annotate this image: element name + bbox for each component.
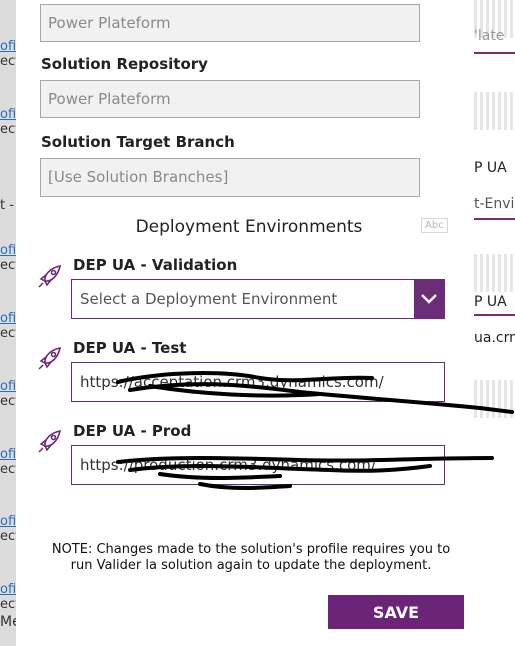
deployment-environments-title: Deployment Environments: [135, 217, 363, 237]
background-list-item: ofi ect: [0, 379, 16, 409]
background-list-item: ofi ect: [0, 107, 16, 137]
top-readonly-field: Power Plateform: [40, 4, 420, 42]
background-text: t-Envi: [474, 196, 515, 212]
background-text: ua.crm: [474, 330, 515, 346]
env-test-url-input[interactable]: https://acceptation.crm3.dynamics.com/: [71, 362, 445, 402]
profile-change-note: NOTE: Changes made to the solution's pro…: [51, 542, 451, 573]
solution-repository-field: Power Plateform: [40, 80, 420, 118]
background-text: P UA: [474, 160, 507, 176]
background-list-item: ofi ect: [0, 514, 16, 544]
save-button[interactable]: SAVE: [328, 595, 464, 629]
env-prod-label: DEP UA - Prod: [73, 422, 192, 440]
dropdown-button[interactable]: [414, 280, 444, 318]
background-text: t -: [0, 198, 14, 213]
background-text: P UA: [474, 294, 507, 310]
solution-target-branch-field: [Use Solution Branches]: [40, 158, 420, 197]
background-list-item: ofi ect: [0, 39, 16, 69]
rocket-icon: [38, 346, 62, 370]
background-text: Me: [0, 614, 16, 630]
background-list-item: ofi ect: [0, 447, 16, 477]
env-validation-select[interactable]: Select a Deployment Environment: [71, 279, 445, 319]
background-list-item: ofi ect: [0, 311, 16, 341]
background-divider: [474, 314, 515, 316]
rocket-icon: [38, 264, 62, 288]
chevron-down-icon: [421, 294, 437, 304]
background-divider: [474, 52, 515, 54]
background-text: 'late: [474, 28, 505, 44]
env-validation-select-value: Select a Deployment Environment: [80, 290, 338, 308]
solution-repository-label: Solution Repository: [41, 55, 208, 73]
background-thumbnail: [474, 254, 515, 292]
spellcheck-badge: Abc: [421, 218, 448, 233]
env-prod-url-input[interactable]: https://production.crm3.dynamics.com/: [71, 445, 445, 485]
background-page-left: ofi ect ofi ect t - ofi ect ofi ect ofi …: [0, 0, 16, 646]
solution-target-branch-label: Solution Target Branch: [41, 133, 235, 151]
background-thumbnail: [474, 380, 515, 418]
background-page-right: 'late P UA t-Envi P UA ua.crm: [474, 0, 515, 646]
env-test-label: DEP UA - Test: [73, 339, 187, 357]
solution-profile-panel: Power Plateform Solution Repository Powe…: [16, 0, 474, 646]
env-validation-label: DEP UA - Validation: [73, 256, 238, 274]
rocket-icon: [38, 429, 62, 453]
background-list-item: ofi ect: [0, 582, 16, 612]
background-list-item: ofi ect: [0, 243, 16, 273]
background-thumbnail: [474, 92, 515, 130]
